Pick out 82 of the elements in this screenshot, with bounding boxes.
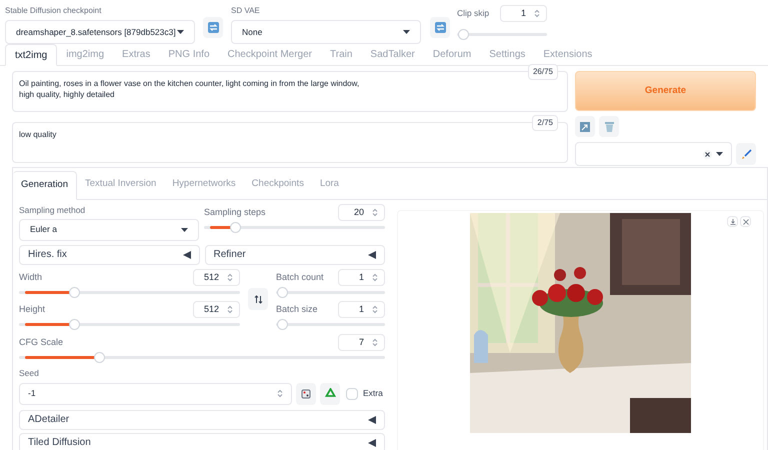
slider[interactable] xyxy=(19,318,240,330)
reuse-seed-button[interactable] xyxy=(320,382,340,404)
caret-icon xyxy=(716,152,723,156)
token-counter: 2/75 xyxy=(532,115,558,131)
slider[interactable] xyxy=(204,222,385,233)
vae-dropdown[interactable]: None xyxy=(231,20,421,44)
delete-button[interactable] xyxy=(599,116,619,137)
slider-label: Width xyxy=(19,270,42,284)
refresh-icon xyxy=(434,22,446,33)
number-field[interactable]: 7 xyxy=(338,334,385,351)
refresh-icon xyxy=(208,22,218,33)
number-field[interactable]: 1 xyxy=(338,300,385,318)
expand-icon xyxy=(182,250,190,259)
spinner-icon[interactable] xyxy=(534,9,540,18)
number-field[interactable]: 1 xyxy=(500,5,547,22)
tab[interactable]: Generation xyxy=(13,171,78,200)
trash-icon xyxy=(604,121,614,132)
spinner-icon[interactable] xyxy=(227,304,233,314)
spinner-icon[interactable] xyxy=(372,338,378,347)
slider-label: Sampling steps xyxy=(204,206,266,219)
field-label: Clip skip xyxy=(457,7,490,20)
slider-thumb[interactable] xyxy=(69,286,80,298)
checkpoint-dropdown[interactable]: dreamshaper_8.safetensors [879db523c3] xyxy=(5,20,195,44)
number-field[interactable]: 512 xyxy=(193,300,240,318)
seed-field[interactable]: -1 xyxy=(19,382,292,404)
paint-button[interactable] xyxy=(736,143,756,165)
download-button[interactable] xyxy=(727,216,738,227)
slider[interactable] xyxy=(276,318,385,330)
expand-icon xyxy=(368,438,376,446)
field-label: Stable Diffusion checkpoint xyxy=(5,5,102,17)
accordion-header[interactable]: ADetailer xyxy=(19,410,385,430)
sampling-method-dropdown[interactable]: Euler a xyxy=(19,218,199,241)
close-button[interactable] xyxy=(740,216,751,227)
checkbox[interactable] xyxy=(346,388,358,400)
slider-thumb[interactable] xyxy=(277,286,288,298)
swap-icon xyxy=(254,294,262,304)
spinner-icon[interactable] xyxy=(277,389,283,398)
clear-icon[interactable] xyxy=(703,150,712,158)
random-seed-button[interactable] xyxy=(296,382,316,404)
spinner-icon[interactable] xyxy=(372,272,378,282)
caret-icon xyxy=(177,30,184,34)
tab[interactable]: txt2img xyxy=(5,44,58,66)
spinner-icon[interactable] xyxy=(227,272,233,282)
slider-label: Height xyxy=(19,302,46,316)
field-label: Seed xyxy=(19,366,40,380)
close-icon xyxy=(742,218,748,224)
slider-thumb[interactable] xyxy=(230,222,242,233)
brush-icon xyxy=(740,148,752,160)
caret-icon xyxy=(403,30,410,34)
slider-label: Batch size xyxy=(276,302,318,316)
swap-button[interactable] xyxy=(248,288,268,310)
accordion-header[interactable]: Hires. fix xyxy=(19,244,200,265)
dice-icon xyxy=(301,388,311,398)
slider[interactable] xyxy=(19,286,240,298)
arrow-icon xyxy=(580,122,590,132)
slider-label: Batch count xyxy=(276,270,324,284)
spinner-icon[interactable] xyxy=(372,208,378,217)
expand-icon xyxy=(368,416,376,424)
slider-thumb[interactable] xyxy=(69,318,80,330)
refresh-button[interactable] xyxy=(430,17,450,38)
slider-thumb[interactable] xyxy=(277,318,288,330)
caret-icon xyxy=(181,228,188,232)
download-icon xyxy=(730,218,736,224)
number-field[interactable]: 1 xyxy=(338,268,385,286)
refresh-button[interactable] xyxy=(203,17,223,38)
expand-icon xyxy=(368,250,376,259)
accordion-header[interactable]: Refiner xyxy=(204,244,385,265)
field-label: Sampling method xyxy=(19,204,86,217)
slider[interactable] xyxy=(457,29,547,40)
number-field[interactable]: 20 xyxy=(338,204,385,221)
slider[interactable] xyxy=(276,286,385,298)
spinner-icon[interactable] xyxy=(372,304,378,314)
apply-style-button[interactable] xyxy=(575,116,595,137)
number-field[interactable]: 512 xyxy=(193,268,240,286)
token-counter: 26/75 xyxy=(528,64,558,80)
slider-label: CFG Scale xyxy=(19,336,64,348)
slider[interactable] xyxy=(19,352,385,363)
slider-thumb[interactable] xyxy=(458,29,469,40)
field-label: SD VAE xyxy=(231,5,261,17)
checkbox-label: Extra xyxy=(363,387,383,400)
slider-thumb[interactable] xyxy=(94,352,106,363)
accordion-header[interactable]: Tiled Diffusion xyxy=(19,432,385,450)
